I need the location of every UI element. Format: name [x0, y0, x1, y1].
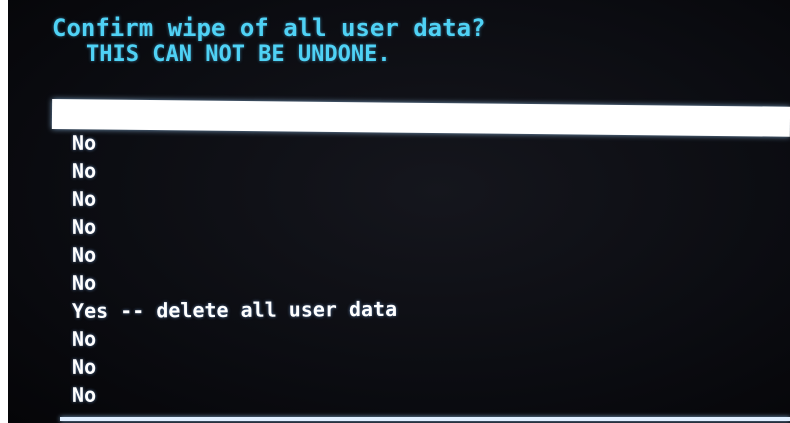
menu-item-yes-delete[interactable]: Yes -- delete all user data: [52, 292, 790, 325]
menu-item-no[interactable]: No: [52, 152, 790, 185]
menu-item-no[interactable]: No: [52, 180, 790, 213]
dialog-warning: THIS CAN NOT BE UNDONE.: [86, 42, 391, 67]
recovery-screen: Confirm wipe of all user data? THIS CAN …: [8, 0, 790, 423]
screen-bottom-edge: [60, 417, 790, 421]
menu-item-no[interactable]: No: [52, 208, 790, 241]
photo-frame: Confirm wipe of all user data? THIS CAN …: [0, 0, 790, 423]
menu-item-no[interactable]: No: [52, 348, 790, 381]
menu-item-no[interactable]: No: [52, 124, 790, 157]
confirm-menu: No No No No No No Yes -- delete all user…: [51, 99, 790, 409]
menu-item-no[interactable]: No: [52, 320, 790, 353]
menu-item-no[interactable]: No: [52, 236, 790, 269]
dialog-title: Confirm wipe of all user data?: [52, 14, 486, 42]
menu-item-no[interactable]: No: [52, 264, 790, 297]
menu-item-no[interactable]: No: [52, 376, 790, 409]
dialog-header: Confirm wipe of all user data? THIS CAN …: [52, 14, 485, 68]
